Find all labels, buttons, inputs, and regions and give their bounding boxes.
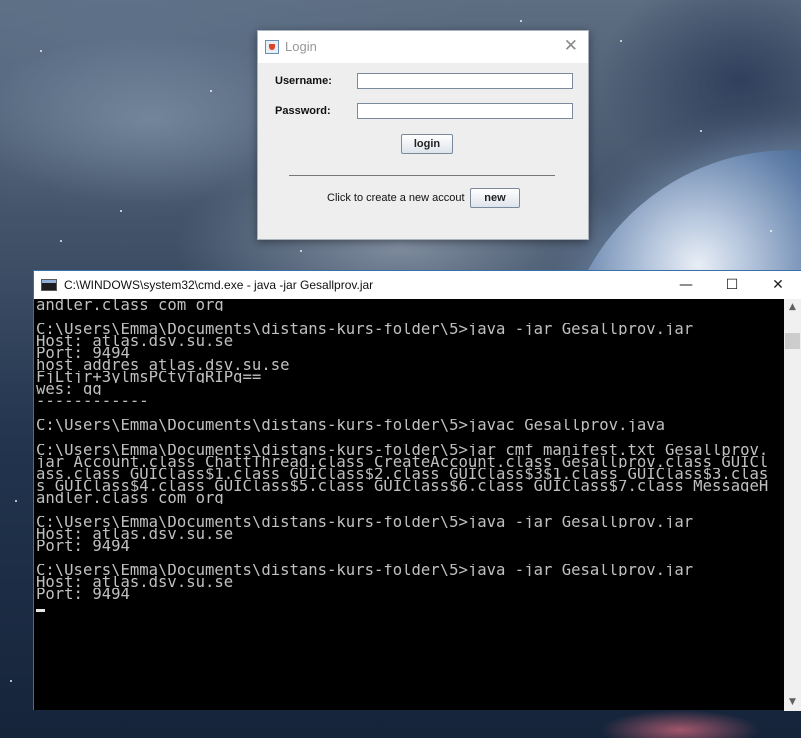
close-button[interactable]: ✕ (755, 271, 801, 299)
password-label: Password: (275, 105, 331, 117)
star (770, 230, 772, 232)
star (60, 240, 62, 242)
cmd-titlebar[interactable]: C:\WINDOWS\system32\cmd.exe - java -jar … (34, 271, 801, 299)
login-window-title: Login (285, 39, 317, 54)
console-output[interactable]: andler.class com org C:\Users\Emma\Docum… (36, 299, 784, 709)
console-line: Port: 9494 (36, 347, 130, 360)
star (120, 210, 122, 212)
console-line: Port: 9494 (36, 539, 130, 552)
star (40, 50, 42, 52)
console-line: C:\Users\Emma\Documents\distans-kurs-fol… (36, 515, 694, 528)
create-account-label: Click to create a new accout (327, 192, 465, 204)
console-line: ------------ (36, 395, 149, 408)
star (300, 250, 302, 252)
cmd-window-title: C:\WINDOWS\system32\cmd.exe - java -jar … (64, 278, 374, 292)
console-line: s GUIClass$4.class GUIClass$5.class GUIC… (36, 479, 769, 492)
java-cup-icon (265, 40, 279, 54)
scroll-up-icon[interactable]: ▲ (784, 299, 801, 316)
star (520, 20, 522, 22)
console-line: FjLtjr+3ylmsPCtvTqRIPg== (36, 371, 262, 384)
minimize-button[interactable]: — (663, 271, 709, 299)
console-line: andler.class com org (36, 491, 224, 504)
console-line: C:\Users\Emma\Documents\distans-kurs-fol… (36, 323, 694, 336)
cmd-window: C:\WINDOWS\system32\cmd.exe - java -jar … (33, 270, 801, 711)
username-label: Username: (275, 75, 332, 87)
vertical-scrollbar[interactable]: ▲ ▼ (784, 299, 801, 711)
console-line: C:\Users\Emma\Documents\distans-kurs-fol… (36, 564, 694, 577)
console-line: host addres atlas.dsv.su.se (36, 359, 290, 372)
nebula-glow (600, 710, 760, 738)
text-cursor (36, 609, 45, 613)
console-line: Host: atlas.dsv.su.se (36, 527, 234, 540)
console-line: jar Account.class ChattThread.class Crea… (36, 455, 769, 468)
star (700, 130, 702, 132)
separator (289, 175, 555, 176)
console-line: C:\Users\Emma\Documents\distans-kurs-fol… (36, 443, 769, 456)
console-icon (41, 279, 57, 291)
console-line: C:\Users\Emma\Documents\distans-kurs-fol… (36, 419, 666, 432)
console-line: andler.class com org (36, 299, 224, 312)
close-icon[interactable]: ✕ (564, 36, 578, 56)
console-line: wes: gg (36, 383, 102, 396)
star (210, 90, 212, 92)
console-line: Port: 9494 (36, 588, 130, 601)
login-button[interactable]: login (401, 134, 453, 154)
console-line: ass.class GUIClass$1.class GUIClass$2.cl… (36, 467, 769, 480)
maximize-button[interactable]: ☐ (709, 271, 755, 299)
username-input[interactable] (357, 73, 573, 89)
star (10, 680, 12, 682)
new-account-button[interactable]: new (470, 188, 520, 208)
login-window: Login ✕ Username: Password: login Click … (257, 30, 589, 240)
console-line: Host: atlas.dsv.su.se (36, 576, 234, 589)
console-line: Host: atlas.dsv.su.se (36, 335, 234, 348)
login-titlebar[interactable]: Login ✕ (258, 31, 588, 63)
password-input[interactable] (357, 103, 573, 119)
star (620, 40, 622, 42)
scroll-down-icon[interactable]: ▼ (784, 694, 801, 711)
scrollbar-thumb[interactable] (785, 333, 800, 349)
star (15, 500, 17, 502)
console-prompt-line (36, 600, 784, 613)
